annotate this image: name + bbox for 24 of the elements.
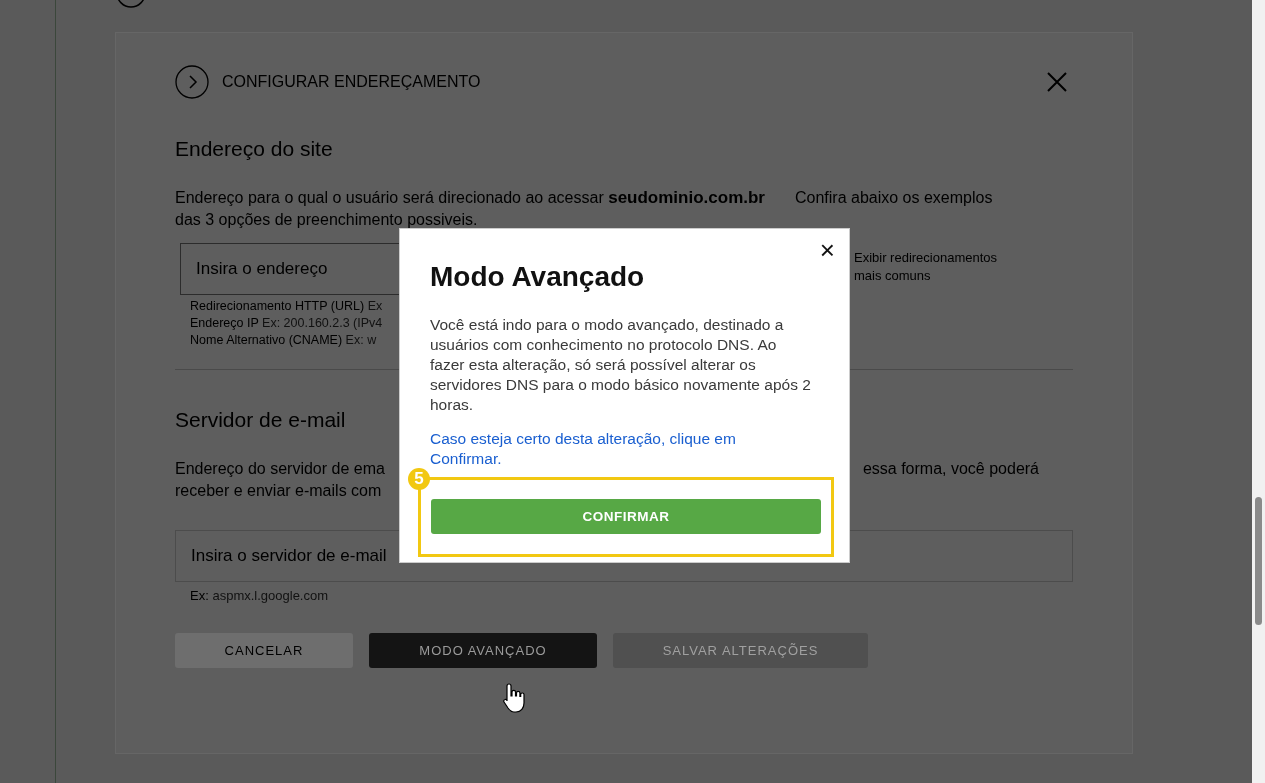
description-text: Endereço do servidor de ema bbox=[175, 459, 385, 479]
action-button[interactable]: MODO AVANÇADO bbox=[369, 633, 597, 668]
hint-text: Redirecionamento HTTP (URL) Ex bbox=[190, 299, 383, 313]
confirm-button[interactable]: CONFIRMAR bbox=[431, 499, 821, 534]
close-button[interactable]: × bbox=[819, 237, 835, 263]
hint-text: Endereço IP Ex: 200.160.2.3 (IPv4 bbox=[190, 316, 383, 330]
description-text: receber e enviar e-mails com bbox=[175, 481, 383, 501]
section-heading: Endereço do site bbox=[175, 137, 333, 161]
hand-cursor-icon bbox=[502, 682, 526, 714]
modal-text: Você está indo para o modo avançado, destinado a usuários com conhecimento no protocolo DNS. Ao fazer esta alteração, só será possível alterar os servidores DNS para o modo básico novamente após 2 horas. bbox=[430, 315, 812, 415]
action-button[interactable]: CANCELAR bbox=[175, 633, 353, 668]
description-text: Endereço para o qual o usuário será direcionado ao acessar seudominio.com.br Confira abaixo os exemplos das 3 opções de preenchimento possiveis. bbox=[175, 187, 994, 230]
section-heading: Servidor de e-mail bbox=[175, 408, 346, 432]
redirects-link[interactable]: Exibir redirecionamentos mais comuns bbox=[854, 249, 1014, 295]
modal-title: Modo Avançado bbox=[430, 261, 646, 293]
section-title: CONFIGURAR ENDEREÇAMENTO bbox=[222, 73, 481, 91]
description-text: essa forma, você poderá bbox=[862, 459, 1039, 479]
confirm-hint-text: Caso esteja certo desta alteração, clique em Confirmar. bbox=[430, 429, 737, 469]
close-icon[interactable] bbox=[1047, 72, 1067, 92]
scrollbar[interactable] bbox=[1252, 0, 1265, 783]
step-badge: 5 bbox=[408, 468, 430, 490]
hint-text: Nome Alternativo (CNAME) Ex: w bbox=[190, 333, 377, 347]
hint-text: Ex: aspmx.l.google.com bbox=[190, 588, 329, 603]
chevron-circle-icon[interactable] bbox=[175, 65, 209, 99]
